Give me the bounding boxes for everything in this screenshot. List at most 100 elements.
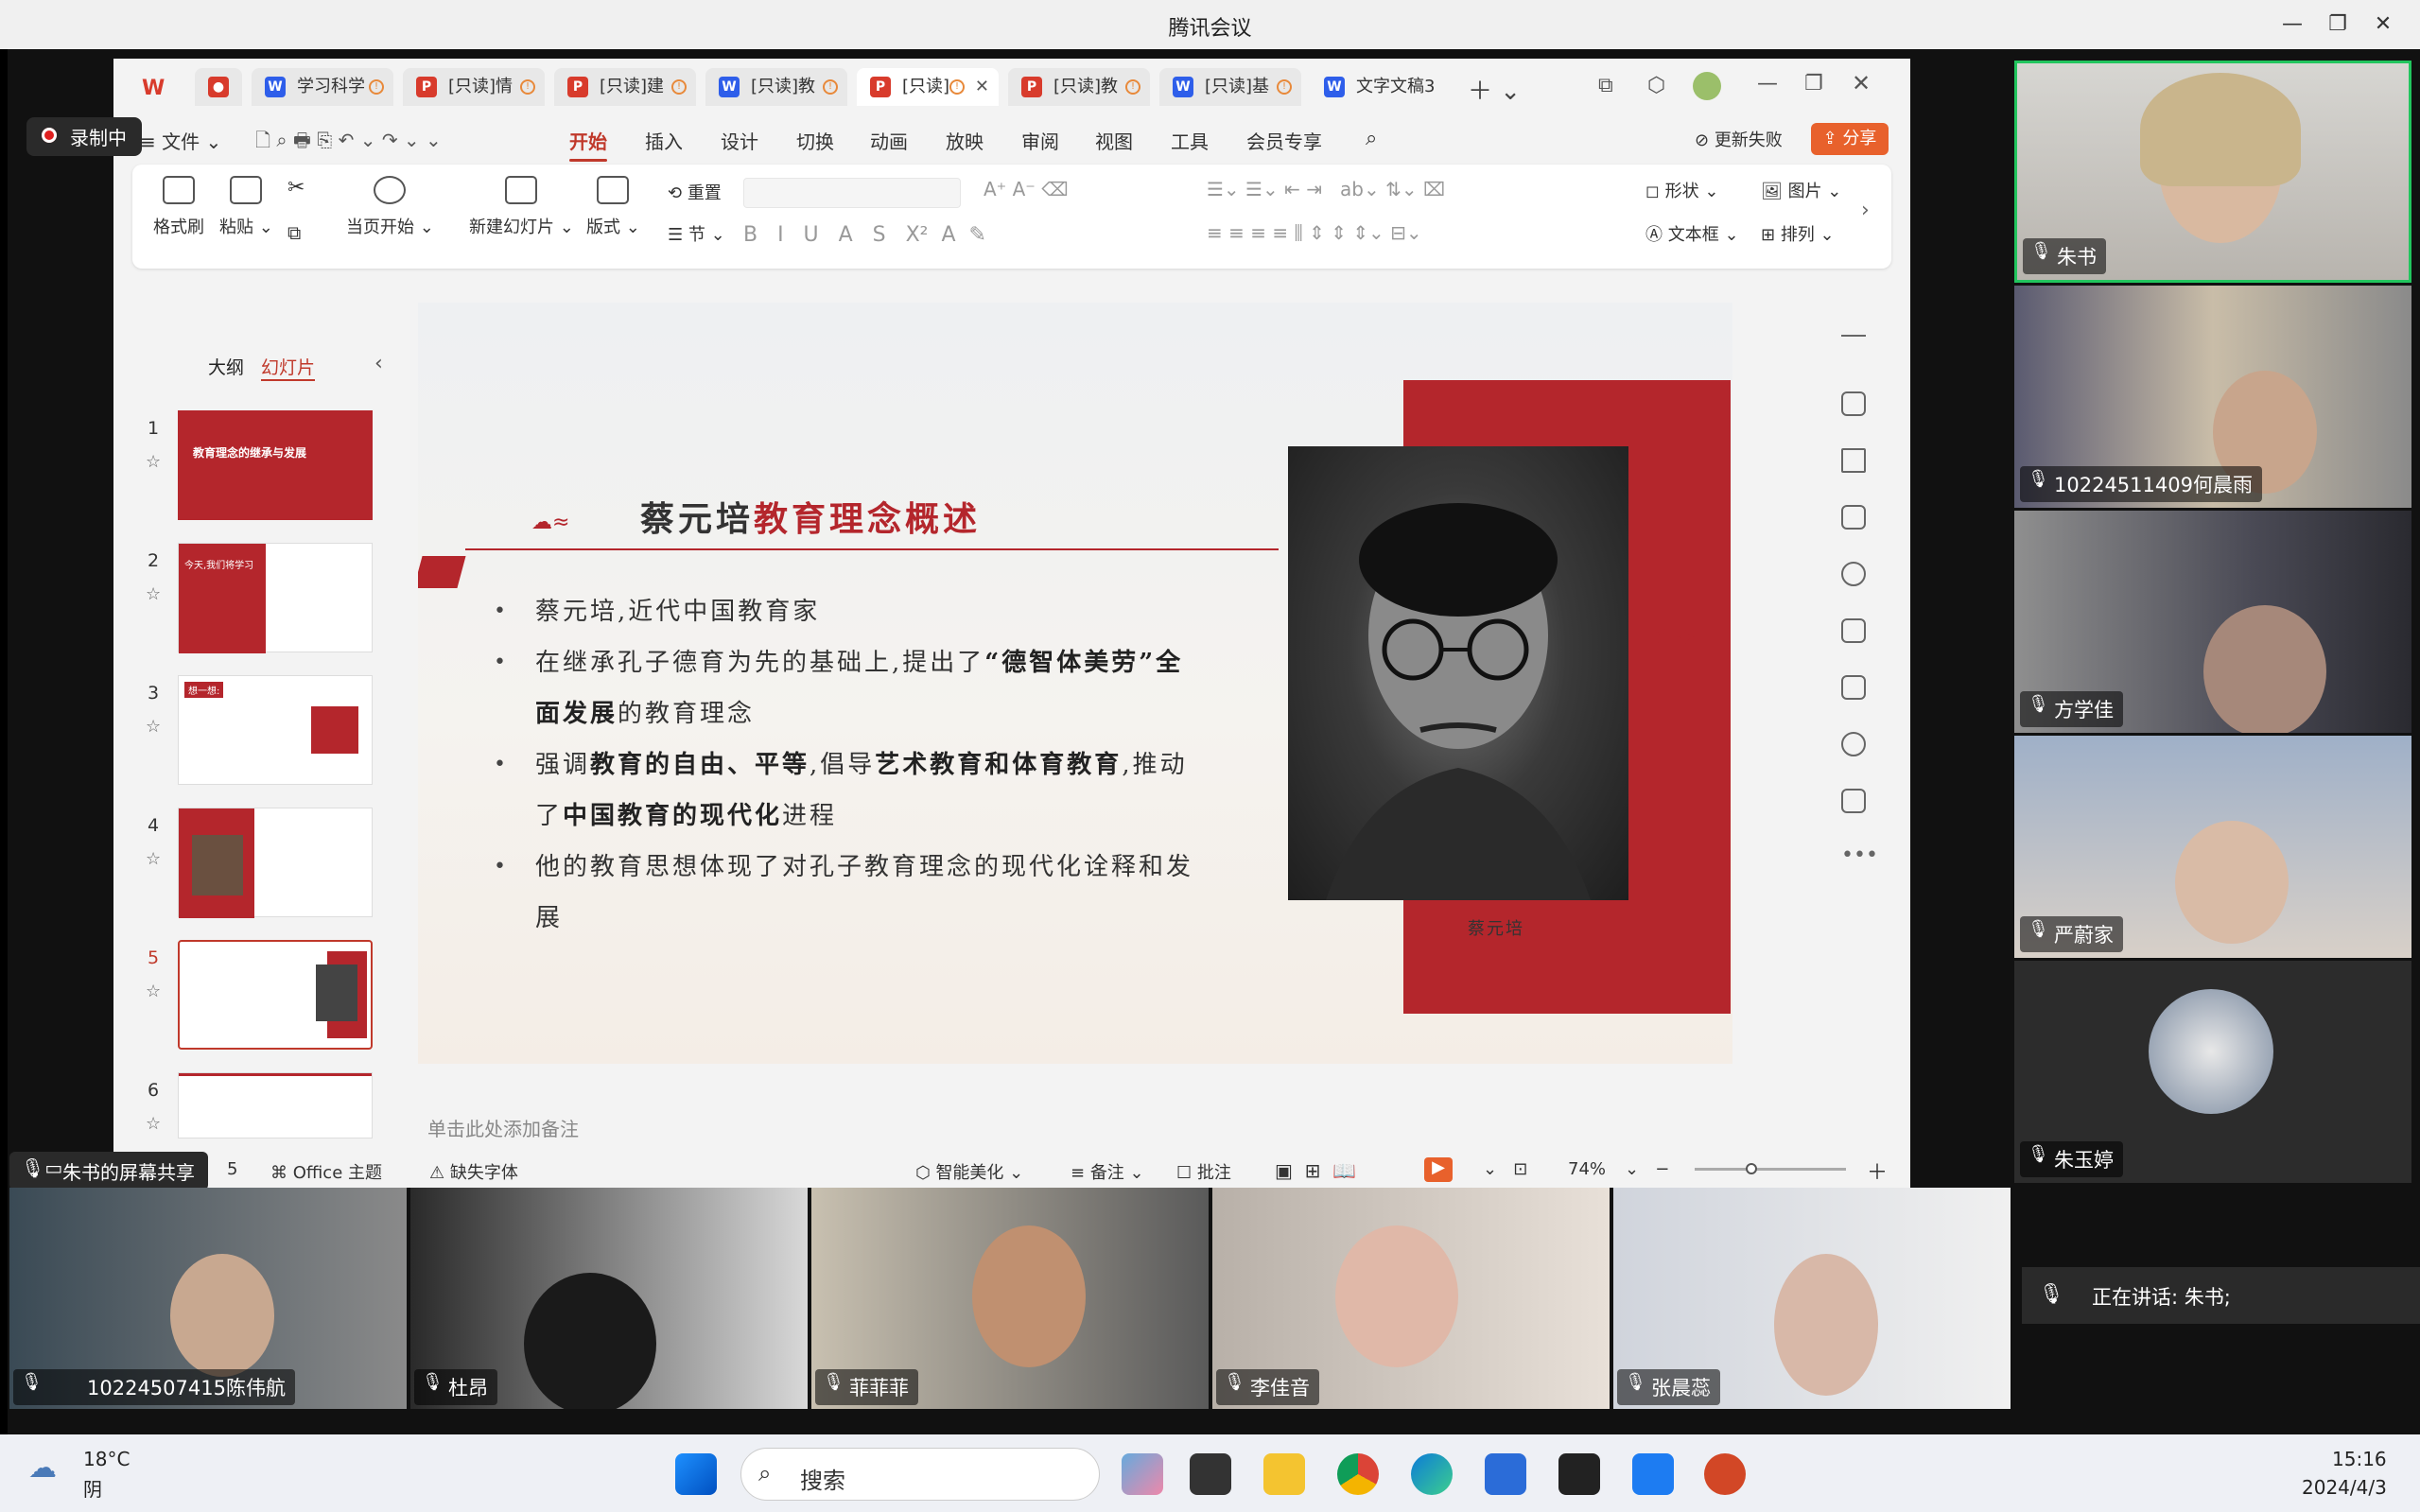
toolbar-quick-icons[interactable]: 🗋 ⌕ 🖶 ⎘ ↶ ⌄ ↷ ⌄ ⌄ — [255, 127, 442, 159]
arrange-button[interactable]: ⊞ 排列 ⌄ — [1761, 221, 1835, 246]
adjust-icon[interactable] — [1841, 391, 1866, 416]
menu-insert[interactable]: 插入 — [645, 127, 683, 154]
update-failed-status[interactable]: ⊘ 更新失败 — [1695, 127, 1783, 151]
play-slideshow-button[interactable]: ▶ — [1424, 1157, 1453, 1182]
missing-font-warning[interactable]: ⚠ 缺失字体 — [429, 1159, 518, 1184]
folder-icon[interactable] — [1263, 1453, 1305, 1495]
doc-tab-2[interactable]: P [只读]情! — [403, 68, 545, 106]
menu-design[interactable]: 设计 — [721, 127, 758, 154]
slide-thumb-1[interactable]: 教育理念的继承与发展 — [178, 410, 373, 520]
wps-restore-icon[interactable]: ❐ — [1804, 72, 1823, 96]
new-tab-plus-icon[interactable]: ＋ ⌄ — [1468, 72, 1521, 107]
taskview-icon[interactable] — [1190, 1453, 1231, 1495]
edge-icon[interactable] — [1411, 1453, 1453, 1495]
fit-icon[interactable]: ⌄ ⊡ — [1483, 1159, 1527, 1179]
font-family-select[interactable] — [743, 178, 961, 208]
video-tile-zhuyuting[interactable]: 朱玉婷 — [2014, 961, 2411, 1183]
menu-animation[interactable]: 动画 — [870, 127, 908, 154]
star-icon[interactable]: ☆ — [146, 982, 161, 1001]
tools-icon[interactable] — [1841, 618, 1866, 643]
book-icon[interactable] — [1841, 675, 1866, 700]
share-button[interactable]: ⇪ 分享 — [1811, 123, 1889, 155]
align-icons[interactable]: ≡ ≡ ≡ ≡ ⫼ ⇕ ⇕ ⇕⌄ ⊟⌄ — [1207, 221, 1422, 244]
tab-slides[interactable]: 幻灯片 — [261, 354, 316, 381]
menu-file[interactable]: ≡ 文件 ⌄ — [140, 127, 221, 154]
new-slide-button[interactable]: 新建幻灯片 ⌄ — [469, 176, 574, 238]
paragraph-icons[interactable]: ☰⌄ ☰⌄ ⇤ ⇥ ab⌄ ⇅⌄ ⌧ — [1207, 178, 1445, 200]
star-icon[interactable]: ☆ — [146, 849, 161, 869]
cut-icon[interactable]: ✂ — [287, 176, 305, 200]
close-icon[interactable]: ✕ — [2364, 9, 2402, 40]
menu-review[interactable]: 审阅 — [1021, 127, 1059, 154]
chrome-icon[interactable] — [1337, 1453, 1379, 1495]
video-tile-yanweijia[interactable]: 严蔚家 — [2014, 736, 2411, 958]
windows-start-icon[interactable] — [675, 1453, 717, 1495]
doc-tab-6[interactable]: P [只读]教! — [1008, 68, 1150, 106]
video-tile-hechenyu[interactable]: 10224511409何晨雨 — [2014, 286, 2411, 508]
star-icon[interactable]: ☆ — [146, 584, 161, 604]
textbox-button[interactable]: Ⓐ 文本框 ⌄ — [1645, 221, 1739, 246]
slide-thumb-6[interactable] — [178, 1072, 373, 1138]
menu-member[interactable]: 会员专享 — [1246, 127, 1322, 154]
more-icon[interactable]: ••• — [1841, 843, 1878, 867]
video-tile-zhangchenrui[interactable]: 张晨蕊 — [1613, 1188, 2011, 1409]
paste-button[interactable]: 粘贴 ⌄ — [219, 176, 273, 238]
tab-outline[interactable]: 大纲 — [208, 354, 244, 379]
zoom-in-icon[interactable]: ＋ — [1867, 1156, 1888, 1186]
ribbon-more-icon[interactable]: › — [1861, 199, 1870, 222]
zoom-out-icon[interactable]: ⌄ − — [1625, 1159, 1669, 1179]
video-tile-lijiayin[interactable]: 李佳音 — [1212, 1188, 1610, 1409]
brain-icon[interactable] — [1841, 562, 1866, 586]
star-icon[interactable]: ☆ — [146, 717, 161, 737]
picture-button[interactable]: 🖼 图片 ⌄ — [1761, 178, 1841, 202]
help-icon[interactable] — [1841, 732, 1866, 756]
video-tile-chenweihang[interactable]: 10224507415陈伟航 — [9, 1188, 407, 1409]
bot-icon[interactable] — [1841, 789, 1866, 813]
wps-close-icon[interactable]: ✕ — [1852, 70, 1871, 96]
format-painter-button[interactable]: 格式刷 — [153, 176, 204, 238]
doc-tab-8[interactable]: W 文字文稿3 — [1311, 68, 1453, 106]
comment-button[interactable]: ☐ 批注 — [1176, 1159, 1231, 1184]
view-mode-icons[interactable]: ▣ ⊞ 📖 — [1275, 1159, 1356, 1182]
wps-app-icon[interactable]: ● — [195, 68, 242, 106]
slide-thumb-2[interactable]: 今天,我们将学习 — [178, 543, 373, 653]
reset-button[interactable]: ⟲ 重置 — [668, 180, 722, 204]
notes-placeholder[interactable]: 单击此处添加备注 — [427, 1114, 579, 1141]
menu-slideshow[interactable]: 放映 — [946, 127, 984, 154]
clock-time[interactable]: 15:16 — [2332, 1448, 2387, 1470]
menu-home[interactable]: 开始 — [569, 127, 607, 162]
search-icon[interactable]: ⌕ — [1366, 127, 1377, 150]
tab-close-icon[interactable]: ✕ — [975, 68, 989, 106]
star-icon[interactable]: ☆ — [146, 452, 161, 472]
doc-tab-4[interactable]: W [只读]教! — [705, 68, 847, 106]
menu-transition[interactable]: 切换 — [796, 127, 834, 154]
zoom-level[interactable]: 74% — [1568, 1159, 1606, 1179]
theme-indicator[interactable]: ⌘ Office 主题 — [270, 1159, 382, 1184]
taskbar-search[interactable]: ⌕ 搜索 — [740, 1448, 1100, 1501]
doc-tab-5-active[interactable]: P [只读]! ✕ — [857, 68, 999, 106]
smart-beautify-button[interactable]: ⬡ 智能美化 ⌄ — [915, 1159, 1023, 1184]
shape-button[interactable]: ◻ 形状 ⌄ — [1645, 178, 1718, 202]
section-button[interactable]: ☰ 节 ⌄ — [668, 221, 725, 246]
slide-thumb-3[interactable]: 想一想: — [178, 675, 373, 785]
video-tile-duang[interactable]: 杜昂 — [410, 1188, 808, 1409]
copilot-icon[interactable] — [1122, 1453, 1163, 1495]
layout-button[interactable]: 版式 ⌄ — [586, 176, 640, 238]
minimize-icon[interactable]: — — [2273, 9, 2311, 40]
recording-indicator[interactable]: 录制中 — [26, 117, 142, 156]
doc-tab-7[interactable]: W [只读]基! — [1159, 68, 1301, 106]
from-current-button[interactable]: 当页开始 ⌄ — [346, 176, 434, 238]
copy-tool-icon[interactable] — [1841, 505, 1866, 530]
notes-button[interactable]: ≡ 备注 ⌄ — [1071, 1159, 1144, 1184]
doc-tab-1[interactable]: W 学习科学! — [252, 68, 393, 106]
cube-icon[interactable]: ⬡ — [1647, 74, 1665, 97]
star-icon[interactable]: ☆ — [146, 1114, 161, 1134]
unity-icon[interactable] — [1558, 1453, 1600, 1495]
restore-icon[interactable]: ❐ — [2319, 9, 2357, 40]
menu-view[interactable]: 视图 — [1095, 127, 1133, 154]
copy-icon[interactable]: ⧉ — [287, 221, 301, 244]
collapse-panel-icon[interactable]: ‹ — [374, 352, 383, 375]
cloud-icon[interactable]: ☁ — [28, 1451, 57, 1485]
store-icon[interactable] — [1485, 1453, 1526, 1495]
video-tile-feifeifei[interactable]: 菲菲菲 — [811, 1188, 1209, 1409]
